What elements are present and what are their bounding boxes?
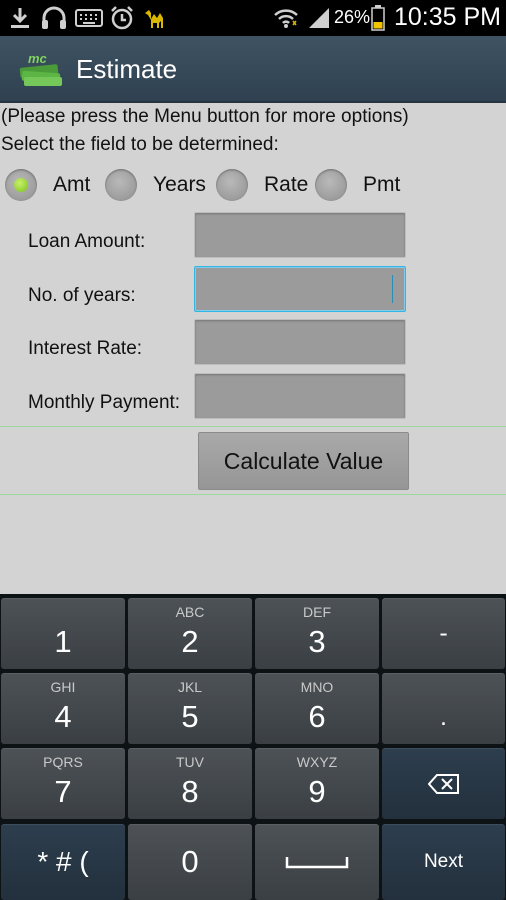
key-7-label: 7 — [54, 774, 72, 809]
key-9-letters: WXYZ — [296, 754, 338, 770]
key-7[interactable]: PQRS 7 — [1, 748, 125, 819]
key-minus[interactable]: - — [382, 598, 505, 669]
key-1-label: 1 — [54, 624, 72, 659]
key-3-letters: DEF — [303, 604, 331, 620]
menu-hint-text: (Please press the Menu button for more o… — [1, 106, 409, 127]
download-icon — [8, 4, 32, 32]
key-3-label: 3 — [308, 624, 326, 659]
key-period-label: . — [440, 703, 447, 731]
backspace-icon — [382, 748, 505, 819]
text-caret — [392, 275, 393, 303]
key-space[interactable] — [255, 824, 379, 900]
logo-text: mc — [28, 51, 48, 66]
years-label: No. of years: — [28, 285, 136, 306]
key-5-label: 5 — [181, 699, 199, 734]
key-8-letters: TUV — [176, 754, 204, 770]
key-next[interactable]: Next — [382, 824, 505, 900]
key-0[interactable]: 0 — [128, 824, 252, 900]
loan-amount-label: Loan Amount: — [28, 231, 146, 252]
radio-selected-icon[interactable] — [5, 169, 37, 201]
space-icon — [255, 824, 379, 900]
radio-label-amt[interactable]: Amt — [53, 173, 90, 197]
key-9[interactable]: WXYZ 9 — [255, 748, 379, 819]
key-symbols-label: * # ( — [37, 846, 89, 877]
key-4[interactable]: GHI 4 — [1, 673, 125, 744]
key-4-label: 4 — [54, 699, 72, 734]
select-field-label: Select the field to be determined: — [1, 134, 279, 155]
years-field[interactable] — [194, 266, 406, 312]
monthly-payment-field[interactable] — [194, 373, 406, 419]
key-next-label: Next — [423, 851, 464, 872]
key-4-letters: GHI — [50, 679, 76, 695]
key-3[interactable]: DEF 3 — [255, 598, 379, 669]
status-clock: 10:35 PM — [394, 3, 502, 31]
key-backspace[interactable] — [382, 748, 505, 819]
key-minus-label: - — [439, 619, 448, 647]
key-2-letters: ABC — [175, 604, 205, 620]
interest-rate-field[interactable] — [194, 319, 406, 365]
key-6[interactable]: MNO 6 — [255, 673, 379, 744]
radio-unselected-icon[interactable] — [315, 169, 347, 201]
loan-amount-field[interactable] — [194, 212, 406, 258]
radio-rate[interactable]: Rate — [216, 168, 308, 202]
monthly-payment-label: Monthly Payment: — [28, 392, 181, 413]
status-bar: 26% 10:35 PM — [0, 0, 506, 36]
signal-icon — [306, 4, 332, 32]
key-5-letters: JKL — [177, 679, 203, 695]
divider-top — [0, 426, 506, 427]
key-7-letters: PQRS — [43, 754, 83, 770]
key-8-label: 8 — [181, 774, 199, 809]
battery-icon — [368, 4, 388, 32]
key-1[interactable]: 1 — [1, 598, 125, 669]
key-9-label: 9 — [308, 774, 326, 809]
radio-dot — [14, 178, 28, 192]
key-5[interactable]: JKL 5 — [128, 673, 252, 744]
key-6-label: 6 — [308, 699, 326, 734]
radio-unselected-icon[interactable] — [216, 169, 248, 201]
interest-rate-label: Interest Rate: — [28, 338, 143, 359]
calculate-value-button[interactable]: Calculate Value — [198, 432, 409, 490]
radio-years[interactable]: Years — [105, 168, 206, 202]
numeric-keyboard: 1 ABC 2 DEF 3 - GHI 4 JKL 5 MNO 6 . PQRS… — [0, 594, 506, 900]
key-period[interactable]: . — [382, 673, 505, 744]
radio-pmt[interactable]: Pmt — [315, 168, 400, 202]
wifi-icon — [272, 4, 300, 32]
alarm-icon — [108, 4, 136, 32]
keyboard-icon — [74, 4, 104, 32]
camel-icon — [142, 4, 170, 32]
radio-label-rate[interactable]: Rate — [264, 173, 308, 197]
key-2[interactable]: ABC 2 — [128, 598, 252, 669]
key-symbols[interactable]: * # ( — [1, 824, 125, 900]
app-title: Estimate — [76, 54, 178, 84]
radio-amt[interactable]: Amt — [5, 168, 90, 202]
key-6-letters: MNO — [300, 679, 334, 695]
divider-bottom — [0, 494, 506, 495]
app-logo-icon[interactable]: mc — [18, 50, 64, 88]
battery-percent: 26% — [334, 7, 371, 27]
radio-unselected-icon[interactable] — [105, 169, 137, 201]
radio-label-pmt[interactable]: Pmt — [363, 173, 400, 197]
radio-label-years[interactable]: Years — [153, 173, 206, 197]
action-bar: mc Estimate — [0, 36, 506, 103]
headset-icon — [40, 4, 68, 32]
key-8[interactable]: TUV 8 — [128, 748, 252, 819]
key-2-label: 2 — [181, 624, 199, 659]
key-0-label: 0 — [181, 844, 199, 879]
